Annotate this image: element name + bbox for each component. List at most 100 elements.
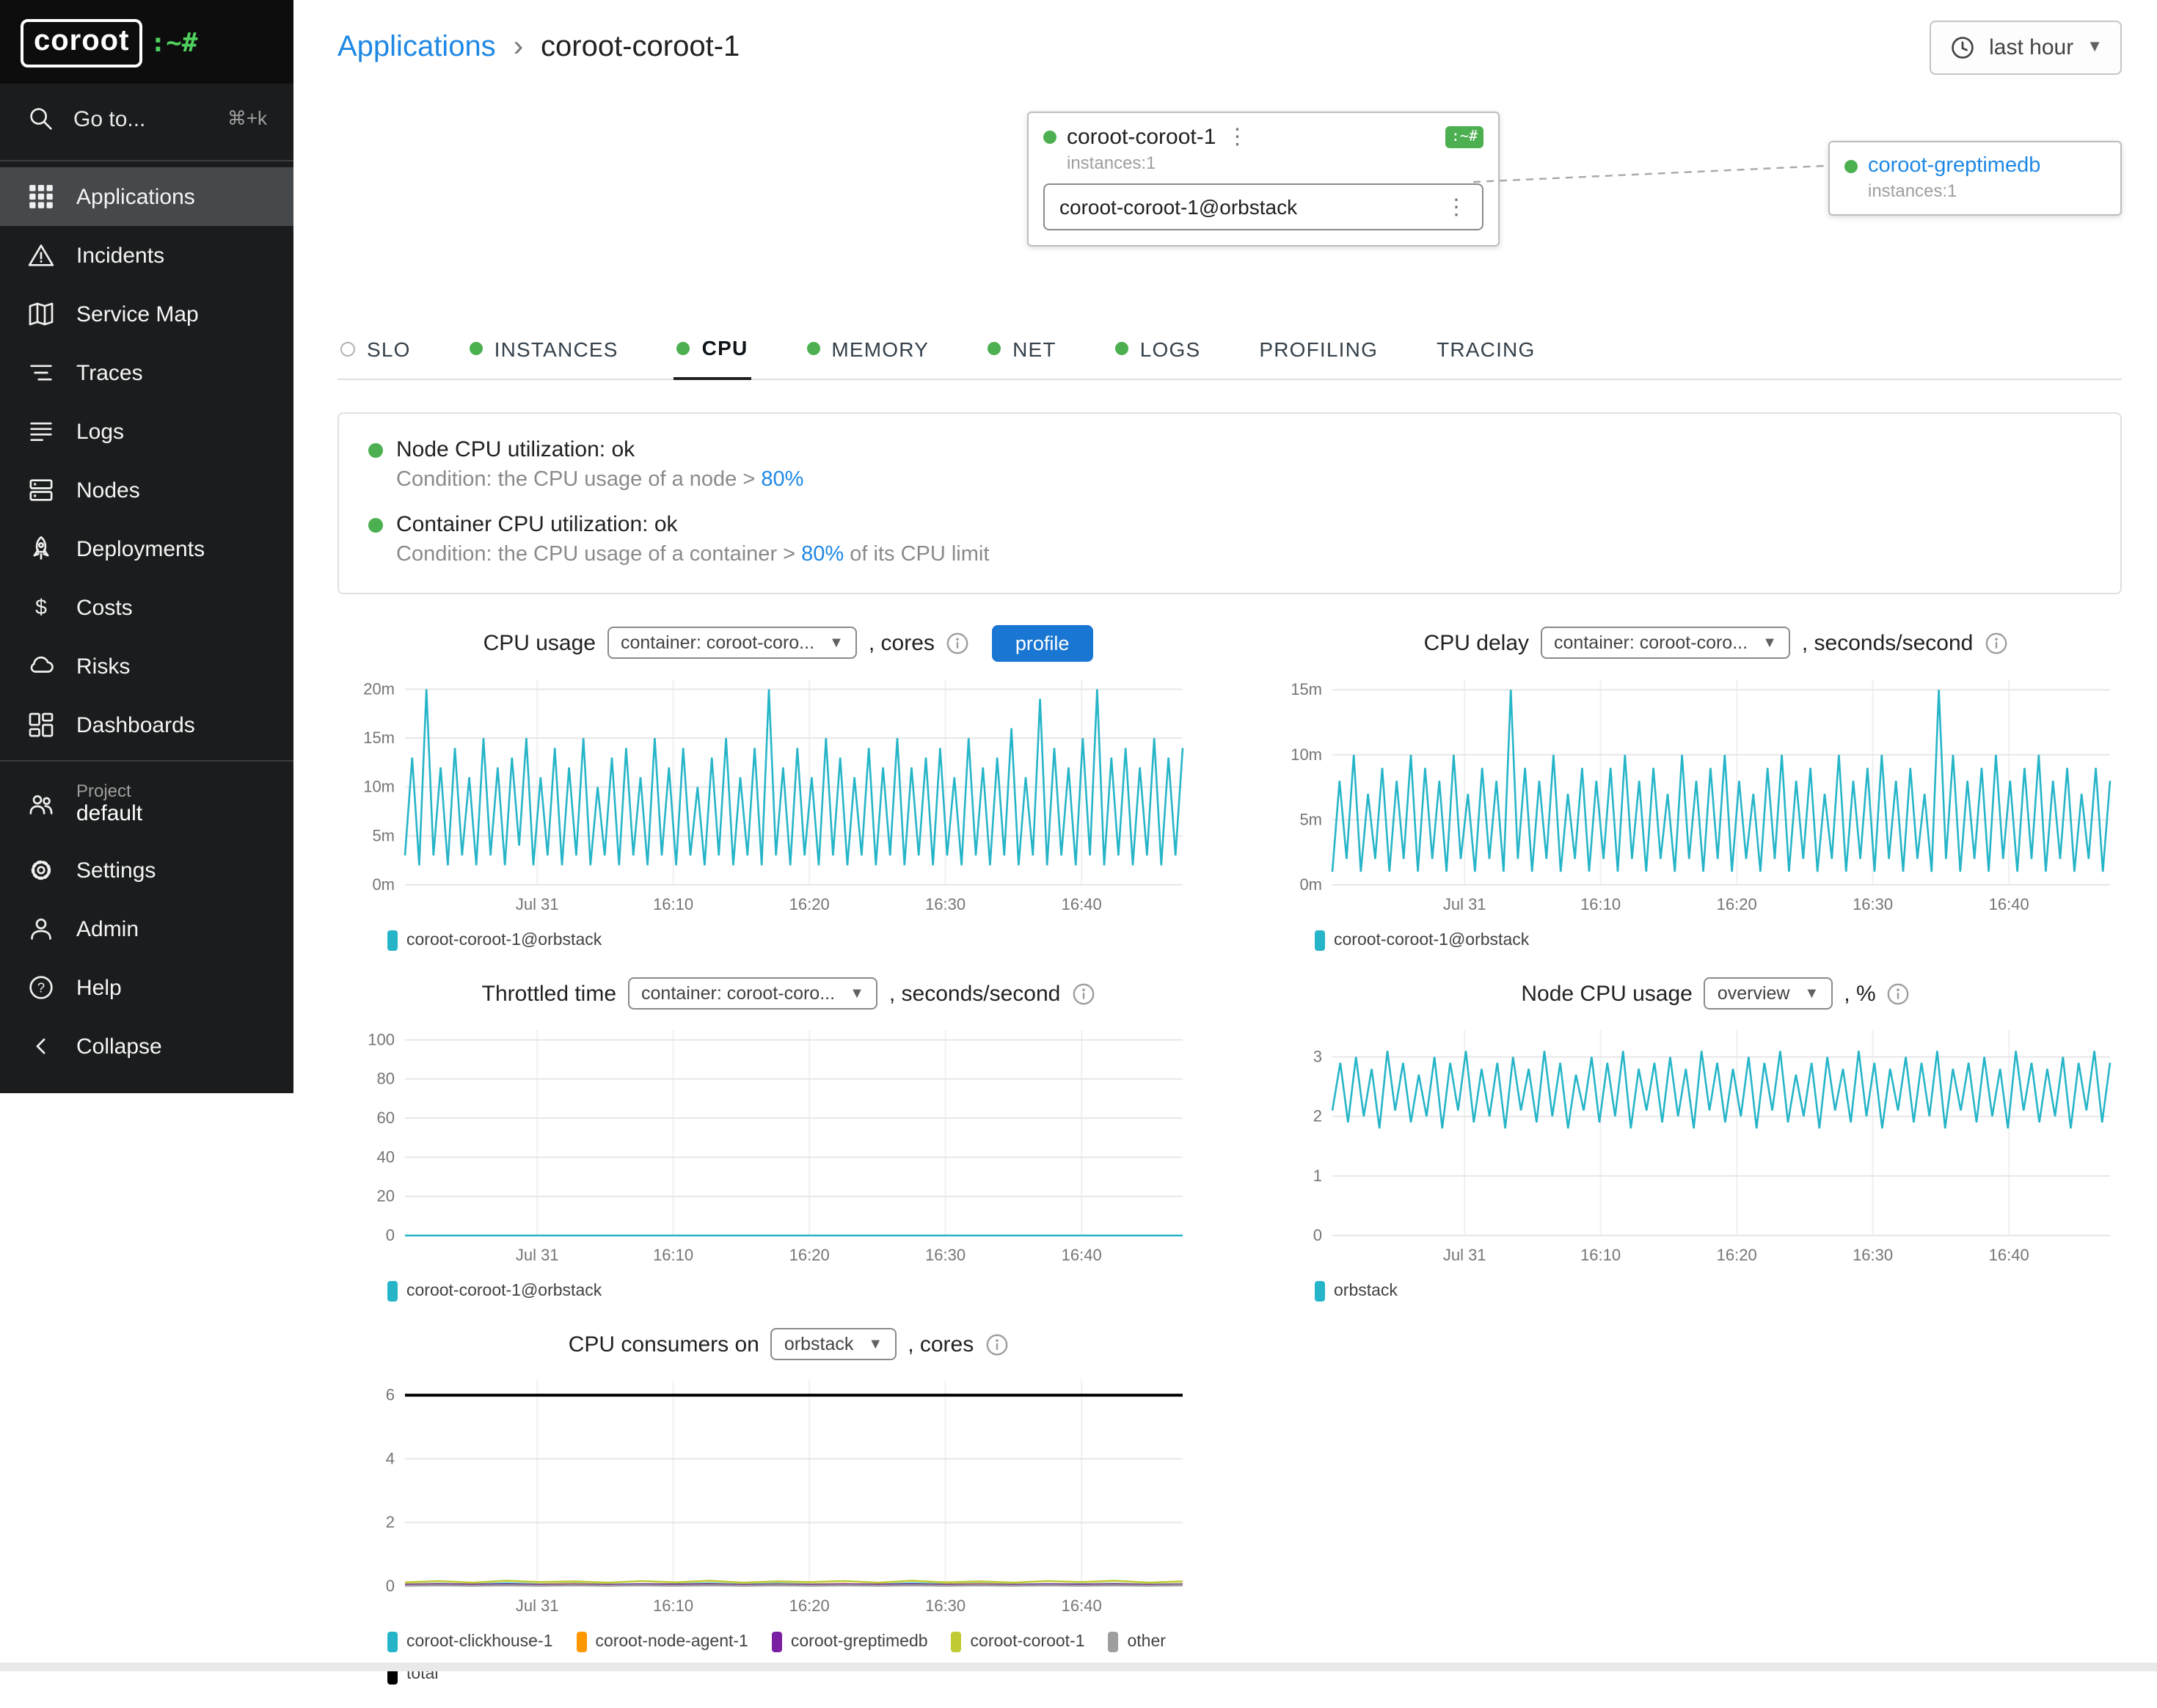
chart-plot[interactable]: Jul 3116:1016:2016:3016:40020406080100 — [337, 1018, 1194, 1278]
sidebar-item-settings[interactable]: Settings — [0, 841, 293, 899]
sidebar-item-label: Deployments — [76, 536, 205, 561]
svg-text:80: 80 — [377, 1070, 395, 1088]
legend-item[interactable]: other — [1109, 1632, 1166, 1652]
threshold-link[interactable]: 80% — [801, 543, 844, 566]
kebab-menu-icon[interactable]: ⋮ — [1226, 126, 1248, 148]
tab-label: TRACING — [1437, 337, 1535, 360]
threshold-link[interactable]: 80% — [761, 468, 803, 492]
sidebar-item-logs[interactable]: Logs — [0, 402, 293, 461]
profile-button[interactable]: profile — [992, 624, 1093, 661]
info-icon[interactable] — [1888, 982, 1910, 1004]
project-label: Project — [76, 781, 142, 801]
info-icon[interactable] — [946, 632, 968, 654]
info-icon[interactable] — [1072, 982, 1094, 1004]
chart-plot[interactable]: Jul 3116:1016:2016:3016:400m5m10m15m20m — [337, 668, 1194, 927]
coroot-logo[interactable]: coroot :~# — [0, 0, 293, 84]
sidebar-item-costs[interactable]: $Costs — [0, 578, 293, 637]
sidebar-item-label: Risks — [76, 654, 130, 679]
svg-text:16:20: 16:20 — [1717, 895, 1757, 913]
breadcrumb-applications-link[interactable]: Applications — [337, 30, 496, 64]
sidebar-item-risks[interactable]: Risks — [0, 637, 293, 696]
kebab-menu-icon[interactable]: ⋮ — [1445, 196, 1467, 218]
check-status-dot — [368, 517, 383, 532]
legend-item[interactable]: coroot-coroot-1@orbstack — [1315, 930, 1529, 951]
instance-box[interactable]: coroot-coroot-1@orbstack ⋮ — [1043, 183, 1483, 230]
sidebar-project[interactable]: Project default — [0, 767, 293, 841]
linked-node-card[interactable]: coroot-greptimedb instances:1 — [1828, 141, 2122, 216]
sidebar-item-label: Logs — [76, 419, 124, 444]
chart-unit: , % — [1844, 981, 1875, 1006]
view-selector[interactable]: overview▼ — [1704, 977, 1832, 1010]
alert-triangle-icon — [26, 241, 56, 270]
linked-app-link[interactable]: coroot-greptimedb — [1868, 154, 2040, 178]
map-icon — [26, 299, 56, 329]
sidebar-item-collapse[interactable]: Collapse — [0, 1017, 293, 1076]
tab-slo[interactable]: SLO — [337, 323, 414, 379]
chart-plot[interactable]: Jul 3116:1016:2016:3016:400246 — [337, 1369, 1194, 1629]
tab-logs[interactable]: LOGS — [1112, 323, 1204, 379]
tab-instances[interactable]: INSTANCES — [467, 323, 621, 379]
svg-text:5m: 5m — [372, 826, 395, 844]
sidebar-item-help[interactable]: ?Help — [0, 958, 293, 1017]
tab-cpu[interactable]: CPU — [674, 323, 751, 380]
sidebar-item-dashboards[interactable]: Dashboards — [0, 696, 293, 754]
chart-plot[interactable]: Jul 3116:1016:2016:3016:400m5m10m15m — [1265, 668, 2122, 927]
legend-label: coroot-clickhouse-1 — [406, 1633, 552, 1651]
tab-net[interactable]: NET — [985, 323, 1059, 379]
svg-text:16:40: 16:40 — [1062, 1596, 1102, 1615]
svg-text:16:40: 16:40 — [1062, 895, 1102, 913]
chart-legend: coroot-coroot-1@orbstack — [387, 1281, 1194, 1302]
tab-tracing[interactable]: TRACING — [1434, 323, 1538, 379]
app-name: coroot-coroot-1 — [1067, 125, 1216, 150]
legend-item[interactable]: coroot-coroot-1@orbstack — [387, 930, 602, 951]
legend-item[interactable]: coroot-greptimedb — [772, 1632, 928, 1652]
chart-unit: , cores — [908, 1332, 974, 1357]
app-root: coroot :~# Go to... ⌘+k ApplicationsInci… — [0, 0, 2157, 1671]
svg-text:16:20: 16:20 — [789, 895, 830, 913]
sidebar-item-incidents[interactable]: Incidents — [0, 226, 293, 285]
series-selector[interactable]: container: coroot-coro...▼ — [628, 977, 877, 1010]
legend-item[interactable]: coroot-node-agent-1 — [576, 1632, 748, 1652]
legend-swatch — [387, 930, 398, 951]
series-selector[interactable]: container: coroot-coro...▼ — [607, 627, 857, 659]
legend-item[interactable]: coroot-clickhouse-1 — [387, 1632, 552, 1652]
svg-text:16:10: 16:10 — [653, 895, 693, 913]
tab-profiling[interactable]: PROFILING — [1256, 323, 1381, 379]
node-selector[interactable]: orbstack▼ — [771, 1328, 896, 1360]
chart-plot[interactable]: Jul 3116:1016:2016:3016:400123 — [1265, 1018, 2122, 1278]
svg-text:0: 0 — [386, 1577, 395, 1595]
chart-node-cpu-usage: Node CPU usage overview▼ , % Jul 3116:10… — [1265, 974, 2122, 1302]
status-dot — [1844, 159, 1858, 172]
legend-item[interactable]: coroot-coroot-1 — [952, 1632, 1085, 1652]
legend-item[interactable]: coroot-coroot-1@orbstack — [387, 1281, 602, 1302]
info-icon[interactable] — [985, 1333, 1007, 1355]
tab-bar: SLO INSTANCES CPU MEMORY NET LOGS PROFILING TRA… — [337, 323, 2122, 380]
chevron-down-icon: ▼ — [1762, 635, 1777, 651]
clock-icon — [1948, 33, 1976, 61]
sidebar: coroot :~# Go to... ⌘+k ApplicationsInci… — [0, 0, 293, 1093]
legend-swatch — [387, 1281, 398, 1302]
tab-memory[interactable]: MEMORY — [803, 323, 932, 379]
sidebar-item-traces[interactable]: Traces — [0, 343, 293, 402]
legend-item[interactable]: orbstack — [1315, 1281, 1398, 1302]
chevron-down-icon: ▼ — [868, 1336, 883, 1352]
time-range-selector[interactable]: last hour ▼ — [1929, 20, 2122, 74]
sidebar-item-applications[interactable]: Applications — [0, 167, 293, 226]
main-content: Applications › coroot-coroot-1 last hour… — [293, 0, 2157, 1708]
sidebar-item-nodes[interactable]: Nodes — [0, 461, 293, 519]
help-icon: ? — [26, 973, 56, 1002]
info-icon[interactable] — [1985, 632, 2007, 654]
sidebar-item-service-map[interactable]: Service Map — [0, 285, 293, 343]
svg-text:10m: 10m — [1291, 745, 1322, 764]
svg-text:10m: 10m — [363, 778, 395, 796]
chart-unit: , cores — [869, 630, 935, 655]
series-selector[interactable]: container: coroot-coro...▼ — [1541, 627, 1790, 659]
goto-search[interactable]: Go to... ⌘+k — [0, 84, 293, 154]
sidebar-item-deployments[interactable]: Deployments — [0, 519, 293, 578]
chart-cpu-usage: CPU usage container: coroot-coro...▼ , c… — [337, 624, 1194, 951]
svg-text:16:40: 16:40 — [1989, 1246, 2029, 1264]
check-container-cpu: Container CPU utilization: ok Condition:… — [368, 512, 2091, 566]
sidebar-item-admin[interactable]: Admin — [0, 899, 293, 958]
app-node-card[interactable]: coroot-coroot-1 ⋮ :~# instances:1 coroot… — [1027, 112, 1500, 247]
sidebar-item-label: Service Map — [76, 302, 199, 326]
